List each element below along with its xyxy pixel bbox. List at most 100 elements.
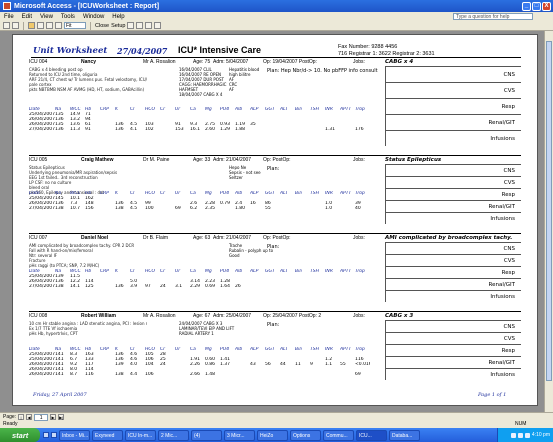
lab-cell: 153	[175, 127, 184, 132]
footer-page: Page 1 of 1	[478, 392, 507, 398]
taskbar-button[interactable]: 2 Mic...	[158, 429, 189, 441]
zoom-icon[interactable]	[28, 22, 35, 29]
lab-cell: 69	[355, 372, 361, 377]
taskbar-button[interactable]: Commu...	[323, 429, 354, 441]
help-icon[interactable]	[154, 22, 162, 29]
database-window-icon[interactable]	[136, 22, 144, 29]
lab-cell: 3.9	[130, 284, 138, 289]
taskbar-button[interactable]: Options	[290, 429, 321, 441]
taskbar-button[interactable]: ICU...	[356, 429, 387, 441]
patient-jobs-label: Jobs:	[353, 235, 365, 241]
lab-cell	[310, 127, 325, 132]
taskbar-button[interactable]: Inbox - Mi...	[59, 429, 90, 441]
taskbar-button[interactable]: HeiZo	[257, 429, 288, 441]
quicklaunch-icon[interactable]	[43, 432, 49, 438]
close-button[interactable]: X	[542, 1, 551, 11]
menu-window[interactable]: Window	[83, 14, 104, 20]
start-button[interactable]: start	[0, 428, 40, 442]
taskbar-button[interactable]: Exyneed	[92, 429, 123, 441]
taskbar-button[interactable]: ICU In-m...	[125, 429, 156, 441]
lab-cell	[295, 284, 310, 289]
problem-line: AF	[229, 87, 235, 92]
lab-cell: 10.7	[70, 206, 81, 211]
footer-date: Friday, 27 April 2007	[33, 392, 87, 398]
diagnosis-label: CABG x 3	[385, 313, 414, 319]
page-number-input[interactable]: 1	[34, 413, 49, 421]
patient-section: ICU 008 Robert William Mr A. Rosalion Age: …	[29, 313, 521, 397]
previous-page-button[interactable]: ◀	[26, 414, 33, 420]
lab-cell: 4.1	[130, 127, 138, 132]
system-row-cvs: CVS	[385, 254, 521, 266]
lab-cell	[340, 127, 355, 132]
system-row-cns: CNS	[385, 66, 521, 82]
tray-icon[interactable]	[510, 432, 516, 438]
page-label: Page:	[3, 414, 17, 420]
view-icon[interactable]	[3, 22, 10, 29]
tray-icon[interactable]	[517, 432, 523, 438]
lab-table: Date Na WCC Hb CRP K Cl HCO Cr Ur Ca Mg PO4 Alb ALP GGT…	[29, 107, 381, 132]
lab-cell	[265, 127, 280, 132]
zoom-select[interactable]: Fit	[64, 22, 86, 29]
patient-op-date: Op: 25/04/2007 PostOp: 2	[263, 313, 322, 319]
lab-cell	[250, 206, 265, 211]
lab-cell: 1.31	[325, 127, 336, 132]
taskbar-button[interactable]: (4)	[191, 429, 222, 441]
lab-cell: 2.60	[205, 127, 216, 132]
office-links-icon[interactable]	[127, 22, 135, 29]
lab-cell: 138	[115, 372, 124, 377]
patient-plan: Plan:	[267, 322, 280, 328]
report-title: Unit Worksheet	[33, 46, 108, 56]
menu-edit[interactable]: Edit	[22, 14, 32, 20]
menu-help[interactable]: Help	[112, 14, 124, 20]
patient-plan: Plan: Hep Nbr/d-> 10. No pbFFP info cons…	[267, 68, 378, 74]
menu-file[interactable]: File	[4, 14, 14, 20]
one-page-icon[interactable]	[37, 22, 44, 29]
patient-notes: AMI complicated by broadcomplex tachy. C…	[29, 243, 147, 268]
print-icon[interactable]	[12, 22, 19, 29]
two-pages-icon[interactable]	[46, 22, 53, 29]
system-row-cvs: CVS	[385, 176, 521, 188]
patient-age: Age: 63	[193, 235, 211, 241]
patient-section: ICU 004 Nancy Mr A. Rosalion Age: 75 Adm: 5/…	[29, 59, 521, 155]
multiple-pages-icon[interactable]	[55, 22, 62, 29]
tray-icon[interactable]	[524, 432, 530, 438]
task-list: Inbox - Mi... Exyneed ICU In-m... 2 Mic...(…	[59, 429, 422, 441]
maximize-button[interactable]: □	[532, 1, 541, 11]
lab-cell: 14.1	[70, 284, 81, 289]
patient-jobs-label: Jobs:	[353, 59, 365, 65]
system-row-renal-git: Renal/GIT	[385, 114, 521, 130]
menu-view[interactable]: View	[40, 14, 53, 20]
minimize-button[interactable]: _	[522, 1, 531, 11]
patient-age: Age: 75	[193, 59, 211, 65]
new-object-icon[interactable]	[145, 22, 153, 29]
help-search-input[interactable]: Type a question for help	[453, 13, 533, 20]
taskbar-button[interactable]: Databa...	[389, 429, 420, 441]
setup-button[interactable]: Setup	[111, 23, 125, 29]
system-row-cns: CNS	[385, 242, 521, 254]
scroll-thumb[interactable]	[546, 41, 552, 381]
lab-cell: 141	[55, 372, 64, 377]
lab-cell	[175, 372, 190, 377]
lab-row: 27/04/2007 138 10.7 156 138 4.5 100 69 6.2 2.35 1.…	[29, 206, 381, 211]
system-tray: 4:10 pm	[497, 428, 553, 442]
lab-cell: 55	[265, 206, 271, 211]
first-page-button[interactable]: |◀	[18, 414, 25, 425]
status-bar: Ready NUM	[0, 421, 553, 428]
menu-tools[interactable]: Tools	[61, 14, 75, 20]
lab-cell: 1.0	[325, 206, 333, 211]
next-page-button[interactable]: ▶	[50, 414, 57, 420]
patient-plan: Plan:	[267, 244, 280, 250]
lab-row: 27/04/2007 136 11.3 91 136 4.1 102 153 16.1 2.60 1…	[29, 127, 381, 132]
lab-cell: 1.80	[235, 206, 246, 211]
lab-cell	[100, 127, 115, 132]
lab-cell	[340, 284, 355, 289]
patient-ward: ICU 007	[29, 235, 48, 241]
quicklaunch-icon[interactable]	[51, 432, 57, 438]
vertical-scrollbar[interactable]	[544, 31, 553, 412]
window-title: Microsoft Access - [ICUWorksheet : Repor…	[14, 2, 160, 10]
patient-name: Craig Mathew	[81, 157, 114, 163]
taskbar-button[interactable]: 3 Micr...	[224, 429, 255, 441]
lab-cell: 138	[55, 206, 64, 211]
close-preview-button[interactable]: Close	[95, 23, 109, 29]
last-page-button[interactable]: ▶|	[58, 414, 65, 420]
